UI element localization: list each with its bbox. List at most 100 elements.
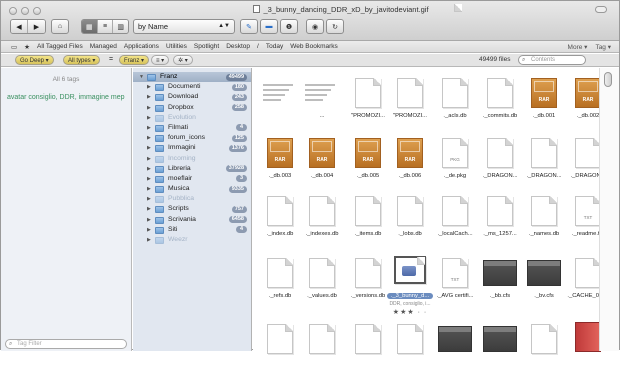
favorite-item[interactable]: / [257,43,259,50]
disclosure-closed-icon[interactable]: ▶ [147,92,151,102]
window-title-text: _3_bunny_dancing_DDR_xD_by_javitodeviant… [263,5,429,14]
disclosure-closed-icon[interactable]: ▶ [147,123,151,133]
star-icon[interactable]: ★ [24,43,30,51]
file-type-filter[interactable]: All types ▾ [63,55,101,65]
item-count-badge: 125 [231,134,247,142]
chevron-down-icon: ▲▼ [218,23,230,29]
disclosure-open-icon[interactable]: ▼ [139,72,144,82]
favorite-item[interactable]: Today [266,43,283,50]
disclosure-closed-icon[interactable]: ▶ [147,235,151,245]
tag-icon[interactable]: ✎ [240,19,258,34]
item-count-badge: 4 [236,226,247,234]
close-button[interactable] [9,7,17,15]
sidebar-item-scrivania[interactable]: ▶ Scrivania 6458 [133,215,251,225]
disclosure-closed-icon[interactable]: ▶ [147,184,151,194]
minimize-button[interactable] [21,7,29,15]
more-menu[interactable]: More ▾ [568,43,588,51]
disclosure-closed-icon[interactable]: ▶ [147,194,151,204]
file-item[interactable] [385,316,435,372]
item-count-badge: 37928 [225,165,247,173]
sort-select[interactable]: by Name ▲▼ [133,19,235,34]
info-icon[interactable]: ❶ [280,19,298,34]
document-icon [487,196,513,226]
go-deep-button[interactable]: Go Deep ▾ [15,55,54,65]
file-item[interactable] [430,316,480,372]
tags-header: All 6 tags [52,76,80,83]
forward-icon[interactable]: ▶ [28,20,45,33]
search-icon: ⌕ [9,341,13,347]
disclosure-closed-icon[interactable]: ▶ [147,143,151,153]
item-count-badge: 258 [231,104,247,112]
sidebar-item-siti[interactable]: ▶ Siti 4 [133,225,251,235]
sidebar-item-immagini[interactable]: ▶ Immagini 1376 [133,143,251,153]
quicklook-icon[interactable]: ◉ [306,19,324,34]
sidebar-item-label: Libreria [168,164,191,172]
disclosure-closed-icon[interactable]: ▶ [147,82,151,92]
icon-view-icon[interactable]: ▦ [82,20,98,33]
action-menu-button[interactable]: ✲ ▾ [173,55,193,65]
path-filter[interactable]: Franz ▾ [119,55,150,65]
sidebar-item-franz[interactable]: ▼ Franz 49499 [133,72,251,83]
tag-menu[interactable]: Tag ▾ [595,43,611,51]
file-item[interactable] [297,316,347,372]
list-view-icon[interactable]: ≡ [97,20,114,33]
file-item[interactable] [519,316,569,372]
list-menu-button[interactable]: ≡ ▾ [151,55,170,65]
back-icon[interactable]: ◀ [11,20,28,33]
favorite-item[interactable]: Applications [124,43,159,50]
file-count: 49499 files [479,56,511,63]
sidebar-item-musica[interactable]: ▶ Musica 9335 [133,184,251,194]
favorite-item[interactable]: Web Bookmarks [290,43,338,50]
disclosure-closed-icon[interactable]: ▶ [147,164,151,174]
sidebar-item-forum-icons[interactable]: ▶ forum_icons 125 [133,133,251,143]
disclosure-closed-icon[interactable]: ▶ [147,215,151,225]
sidebar-item-dropbox[interactable]: ▶ Dropbox 258 [133,103,251,113]
view-mode-segment: ▦ ≡ ▥ [81,19,129,34]
file-item[interactable] [475,316,525,372]
tag-filter-input[interactable]: ⌕ Tag Filter [5,339,127,349]
zoom-button[interactable] [33,7,41,15]
document-icon [267,196,293,226]
archive-icon: RAR [531,78,557,108]
disclosure-closed-icon[interactable]: ▶ [147,174,151,184]
disclosure-closed-icon[interactable]: ▶ [147,225,151,235]
vertical-scrollbar[interactable] [599,68,619,351]
disclosure-closed-icon[interactable]: ▶ [147,154,151,164]
column-view-icon[interactable]: ▥ [113,20,128,33]
refresh-icon[interactable]: ↻ [326,19,344,34]
favorite-item[interactable]: Utilities [166,43,187,50]
cache-file-icon [483,260,517,286]
search-input[interactable]: ⌕ Contents [518,55,586,65]
sidebar-item-scripts[interactable]: ▶ Scripts 757 [133,204,251,214]
sidebar-item-pubblica[interactable]: ▶ Pubblica [133,194,251,204]
disclosure-closed-icon[interactable]: ▶ [147,204,151,214]
sidebar-toggle-icon[interactable]: ▭ [11,43,17,51]
sidebar-item-evolution[interactable]: ▶ Evolution [133,113,251,123]
toolbar-toggle-button[interactable] [595,6,607,13]
favorite-item[interactable]: All Tagged Files [37,43,83,50]
sidebar-item-weezr[interactable]: ▶ Weezr [133,235,251,245]
favorite-item[interactable]: Desktop [226,43,250,50]
home-icon[interactable]: ⌂ [51,19,69,34]
document-icon [355,196,381,226]
favorite-item[interactable]: Managed [90,43,117,50]
sidebar-item-moeflair[interactable]: ▶ moeflair 3 [133,174,251,184]
favorite-item[interactable]: Spotlight [194,43,219,50]
disclosure-closed-icon[interactable]: ▶ [147,133,151,143]
sidebar-item-documenti[interactable]: ▶ Documenti 180 [133,82,251,92]
document-icon [355,78,381,108]
sidebar-item-libreria[interactable]: ▶ Libreria 37928 [133,164,251,174]
archive-icon: RAR [355,138,381,168]
sidebar-item-label: Weezr [168,236,188,243]
sidebar-item-incoming[interactable]: ▶ Incoming [133,154,251,164]
disclosure-closed-icon[interactable]: ▶ [147,103,151,113]
scroll-thumb[interactable] [604,72,612,87]
disclosure-closed-icon[interactable]: ▶ [147,113,151,123]
archive-icon: RAR [575,78,601,108]
sidebar-item-download[interactable]: ▶ Download 243 [133,92,251,102]
equals-label: = [109,56,114,63]
sidebar-item-filmati[interactable]: ▶ Filmati 4 [133,123,251,133]
tag-list[interactable]: avatar consiglio, DDR, immagine mep [7,93,127,103]
folder-icon[interactable]: ▬ [260,19,278,34]
star-rating[interactable]: ★★★ · · [385,308,435,316]
